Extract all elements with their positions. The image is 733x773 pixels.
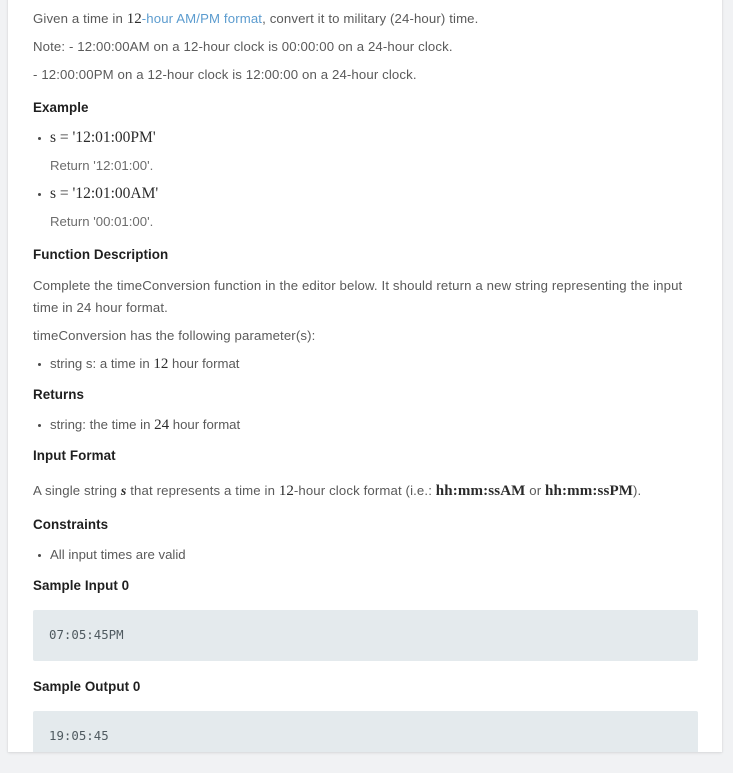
function-parameters-intro: timeConversion has the following paramet… [33,328,316,343]
list-item: s = '12:01:00AM' [38,183,698,205]
input-format-math-pm: hh:mm:ssPM [545,483,634,499]
input-format-part-2: that represents a time in [126,483,279,498]
heading-sample-output-0: Sample Output 0 [33,679,141,694]
note-line-2: - 12:00:00PM on a 12-hour clock is 12:00… [33,67,417,82]
list-item: string s: a time in 12 hour format [38,353,698,375]
sample-output-0-code-block: 19:05:45 [33,711,698,752]
function-description-paragraph: Complete the timeConversion function in … [33,278,683,315]
returns-item-prefix: string: the time in [50,417,155,432]
returns-math-24: 24 [154,417,170,433]
intro-lead-suffix: , convert it to military (24-hour) time. [262,11,479,26]
returns-item-suffix: hour format [169,417,241,432]
example-return-0: Return '12:01:00'. [50,158,154,173]
input-format-part-4: or [525,483,546,498]
input-format-part-3: -hour clock format (i.e.: [293,483,436,498]
function-parameter-list: string s: a time in 12 hour format [33,353,698,375]
input-format-part-1: A single string [33,483,121,498]
list-item: s = '12:01:00PM' [38,127,698,149]
heading-input-format: Input Format [33,448,116,463]
example-expression-0: s = '12:01:00PM' [50,129,156,146]
input-format-math-am: hh:mm:ssAM [435,483,526,499]
heading-constraints: Constraints [33,517,109,532]
example-list-2: s = '12:01:00AM' [33,183,698,205]
example-return-1: Return '00:01:00'. [50,214,154,229]
sample-input-0-code-block: 07:05:45PM [33,610,698,661]
param-prefix: string s: a time in [50,356,154,371]
constraints-list: All input times are valid [33,544,698,566]
note-line-1: Note: - 12:00:00AM on a 12-hour clock is… [33,39,453,54]
param-suffix: hour format [168,356,240,371]
returns-list: string: the time in 24 hour format [33,414,698,436]
heading-function-description: Function Description [33,247,169,262]
param-math-12: 12 [153,356,169,372]
heading-sample-input-0: Sample Input 0 [33,578,130,593]
list-item: All input times are valid [38,544,698,566]
example-list: s = '12:01:00PM' [33,127,698,149]
problem-statement-body: Given a time in 12-hour AM/PM format, co… [8,0,722,752]
example-expression-1: s = '12:01:00AM' [50,185,159,202]
heading-example: Example [33,100,89,115]
list-item: string: the time in 24 hour format [38,414,698,436]
sample-output-0-code: 19:05:45 [49,728,109,743]
sample-input-0-code: 07:05:45PM [49,627,124,642]
input-format-part-5: ). [633,483,642,498]
heading-returns: Returns [33,387,85,402]
intro-lead-math-12: 12 [126,11,142,27]
problem-statement-card: Given a time in 12-hour AM/PM format, co… [8,0,722,752]
hour-am-pm-format-link[interactable]: -hour AM/PM format [142,11,262,26]
intro-lead-paragraph: Given a time in 12-hour AM/PM format, co… [33,8,698,30]
input-format-math-12: 12 [278,483,294,499]
input-format-paragraph: A single string s that represents a time… [33,480,698,503]
intro-lead-prefix: Given a time in [33,11,127,26]
